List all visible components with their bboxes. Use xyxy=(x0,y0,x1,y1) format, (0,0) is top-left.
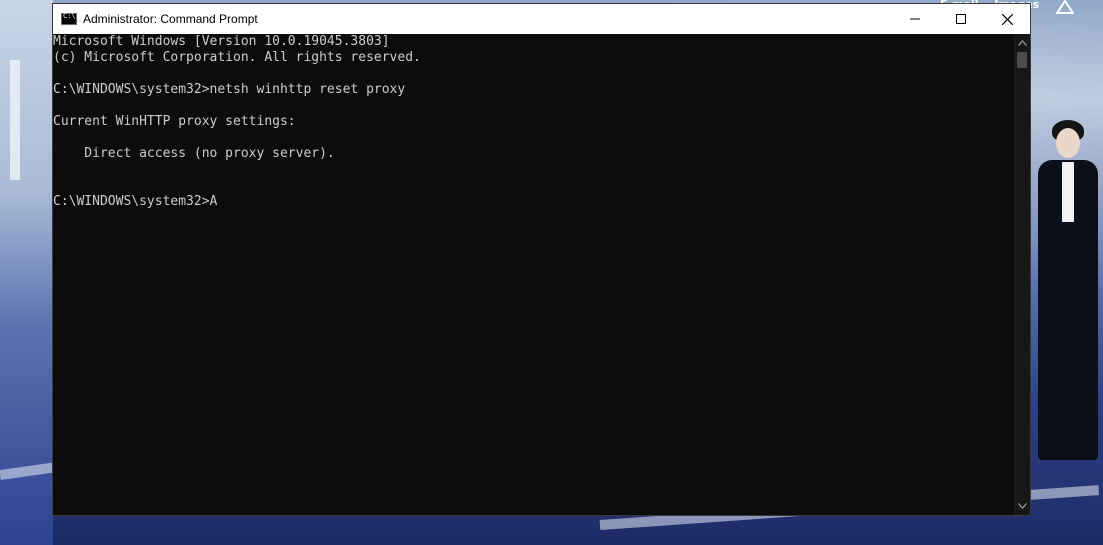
command-prompt-window[interactable]: Administrator: Command Prompt Microsof xyxy=(53,4,1030,515)
chevron-down-icon xyxy=(1017,503,1027,509)
chevron-up-icon xyxy=(1017,40,1027,46)
minimize-icon xyxy=(910,18,920,20)
scrollbar-thumb[interactable] xyxy=(1017,52,1027,68)
wallpaper-figure xyxy=(1030,110,1103,470)
maximize-button[interactable] xyxy=(938,4,984,34)
window-title: Administrator: Command Prompt xyxy=(83,12,258,26)
console-line: Microsoft Windows [Version 10.0.19045.38… xyxy=(53,34,390,49)
close-button[interactable] xyxy=(984,4,1030,34)
vertical-scrollbar[interactable] xyxy=(1014,34,1030,515)
console-line: (c) Microsoft Corporation. All rights re… xyxy=(53,50,421,65)
console-line: Direct access (no proxy server). xyxy=(53,146,335,161)
console-output[interactable]: Microsoft Windows [Version 10.0.19045.38… xyxy=(53,34,1014,515)
figure-shirt xyxy=(1062,162,1074,222)
maximize-icon xyxy=(956,14,966,24)
console-line: Current WinHTTP proxy settings: xyxy=(53,114,296,129)
scroll-up-button[interactable] xyxy=(1014,36,1030,50)
console-prompt-line[interactable]: C:\WINDOWS\system32>A xyxy=(53,194,1014,210)
cmd-icon xyxy=(61,12,77,25)
close-icon xyxy=(1001,13,1013,25)
warning-triangle-icon xyxy=(1056,0,1074,14)
scroll-down-button[interactable] xyxy=(1014,499,1030,513)
title-bar[interactable]: Administrator: Command Prompt xyxy=(53,4,1030,34)
minimize-button[interactable] xyxy=(892,4,938,34)
console-line: C:\WINDOWS\system32>netsh winhttp reset … xyxy=(53,82,406,97)
wallpaper-post xyxy=(10,60,20,180)
figure-head xyxy=(1056,128,1080,158)
window-controls xyxy=(892,4,1030,34)
